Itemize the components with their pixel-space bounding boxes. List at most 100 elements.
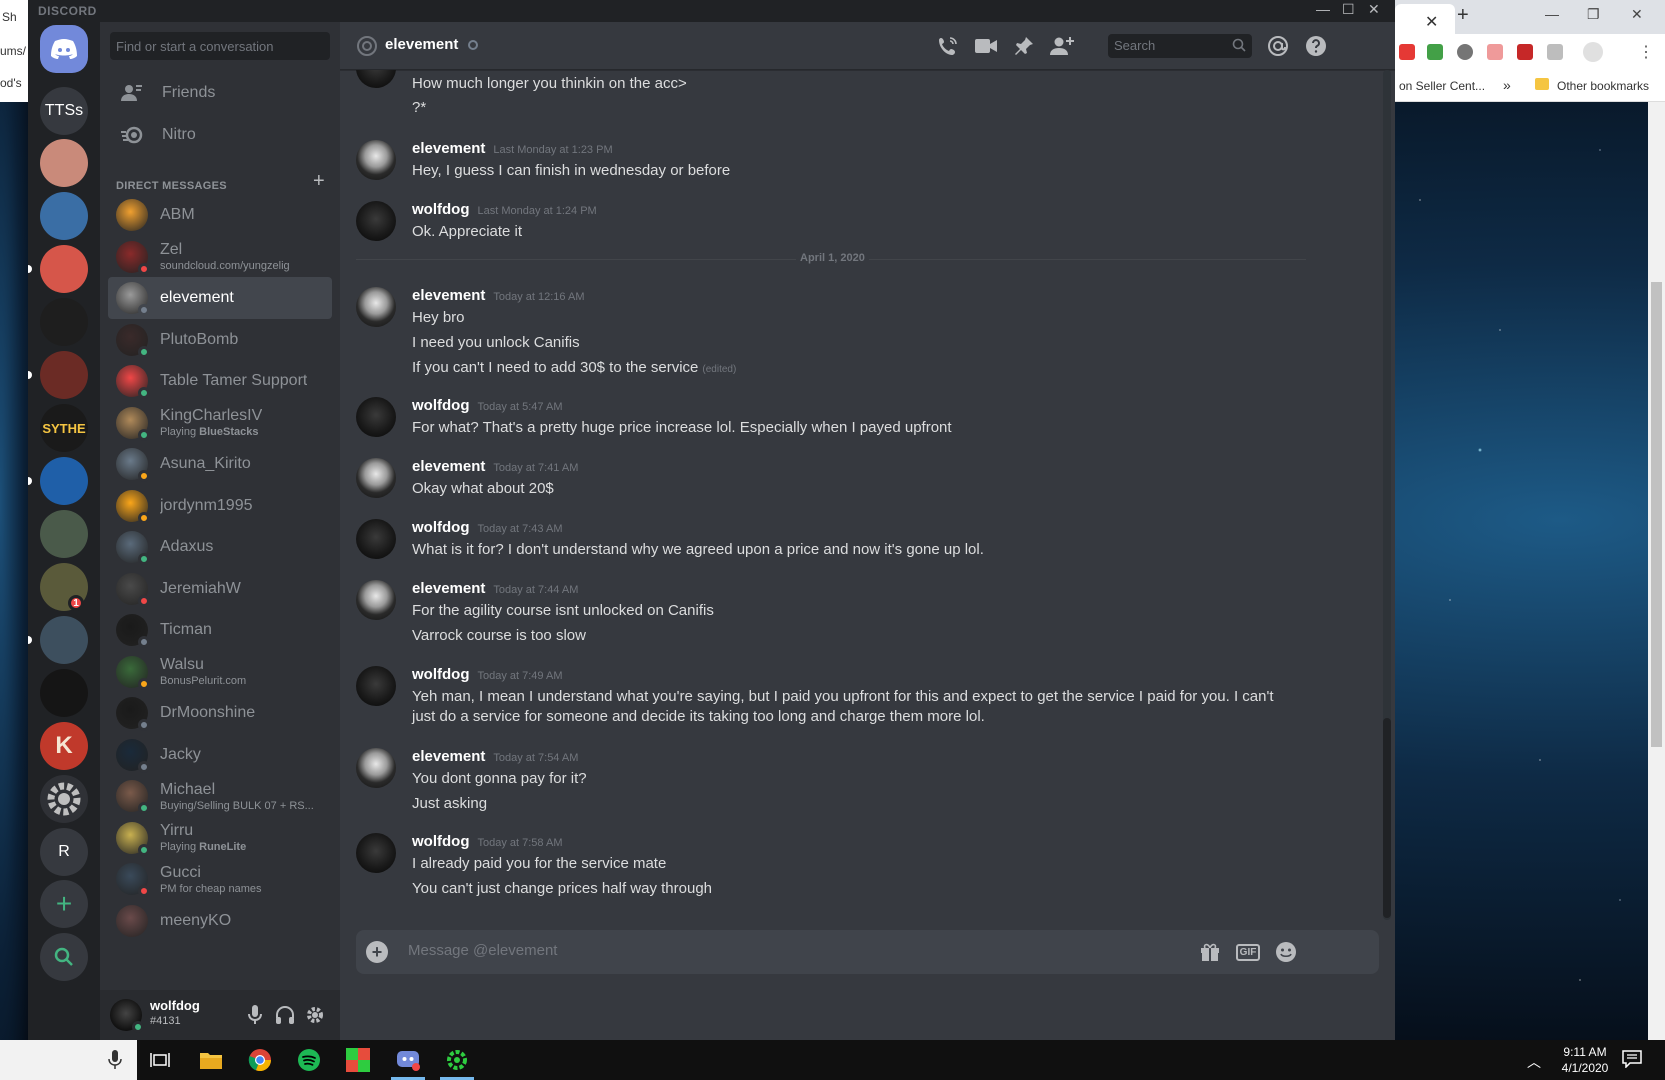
avatar[interactable] — [356, 748, 396, 788]
pdf-extension-icon[interactable] — [1517, 44, 1533, 60]
system-tray-chevron-icon[interactable]: ︿ — [1527, 1052, 1541, 1072]
chrome-restore-button[interactable]: ❐ — [1587, 6, 1600, 23]
server-icon-guild-rocket[interactable] — [40, 192, 88, 240]
username[interactable]: wolfdog — [412, 519, 469, 536]
chrome-minimize-button[interactable]: — — [1545, 6, 1559, 22]
pinned-messages-icon[interactable] — [1012, 34, 1036, 58]
dm-item-yirru[interactable]: Yirru Playing RuneLite — [108, 817, 332, 859]
username[interactable]: wolfdog — [412, 833, 469, 850]
gif-button[interactable]: GIF — [1235, 940, 1261, 964]
dm-item-jordynm1995[interactable]: jordynm1995 — [108, 485, 332, 527]
adblock-extension-icon[interactable] — [1399, 44, 1415, 60]
file-explorer-icon[interactable] — [199, 1048, 223, 1072]
message-author[interactable]: wolfdog Today at 7:58 AM — [412, 833, 562, 850]
dm-item-meenyko[interactable]: meenyKO — [108, 900, 332, 942]
chrome-icon[interactable] — [248, 1048, 272, 1072]
profile-avatar-icon[interactable] — [1583, 42, 1603, 62]
mentions-icon[interactable] — [1266, 34, 1290, 58]
dm-item-adaxus[interactable]: Adaxus — [108, 526, 332, 568]
message-author[interactable]: wolfdog Last Monday at 1:24 PM — [412, 201, 597, 218]
chrome-close-button[interactable]: ✕ — [1631, 6, 1643, 23]
extension-icon[interactable] — [1457, 44, 1473, 60]
search-input[interactable]: Search — [1108, 34, 1252, 58]
server-icon-guild-ball[interactable] — [40, 457, 88, 505]
server-icon-guild-gear[interactable] — [40, 775, 88, 823]
avatar[interactable] — [356, 580, 396, 620]
chrome-menu-icon[interactable]: ⋮ — [1638, 42, 1654, 62]
username[interactable]: elevement — [412, 287, 485, 304]
dm-item-jacky[interactable]: Jacky — [108, 734, 332, 776]
dm-item-gucci[interactable]: Gucci PM for cheap names — [108, 858, 332, 900]
avatar[interactable] — [356, 458, 396, 498]
maximize-button[interactable]: ☐ — [1342, 1, 1355, 18]
dm-item-table-tamer-support[interactable]: Table Tamer Support — [108, 360, 332, 402]
chrome-tab[interactable]: ✕ — [1395, 4, 1455, 34]
avatar[interactable] — [356, 519, 396, 559]
spotify-icon[interactable] — [297, 1048, 321, 1072]
server-icon-ttss[interactable]: TTSs — [40, 87, 88, 135]
dm-item-michael[interactable]: Michael Buying/Selling BULK 07 + RS... — [108, 775, 332, 817]
username[interactable]: elevement — [412, 580, 485, 597]
friends-nav-item[interactable]: Friends — [108, 72, 332, 114]
headphones-icon[interactable] — [274, 1004, 296, 1026]
dm-item-drmoonshine[interactable]: DrMoonshine — [108, 692, 332, 734]
username[interactable]: wolfdog — [412, 397, 469, 414]
message-input[interactable]: Message @elevement — [408, 942, 557, 959]
server-icon-guild-fish[interactable] — [40, 245, 88, 293]
server-icon-explore[interactable] — [40, 933, 88, 981]
message-author[interactable]: wolfdog Today at 7:43 AM — [412, 519, 562, 536]
notification-center-icon[interactable] — [1622, 1050, 1642, 1069]
dm-item-walsu[interactable]: Walsu BonusPelurit.com — [108, 651, 332, 693]
avatar[interactable] — [356, 201, 396, 241]
extension-icon[interactable] — [1547, 44, 1563, 60]
minimize-button[interactable]: — — [1316, 1, 1330, 17]
dm-item-abm[interactable]: ABM — [108, 194, 332, 236]
dm-item-elevement[interactable]: elevement — [108, 277, 332, 319]
server-icon-guild-sythe[interactable]: SYTHE — [40, 404, 88, 452]
message-author[interactable]: elevement Today at 7:44 AM — [412, 580, 578, 597]
server-icon-guild-wave[interactable] — [40, 616, 88, 664]
emoji-icon[interactable] — [1274, 940, 1298, 964]
system-clock[interactable]: 9:11 AM 4/1/2020 — [1550, 1044, 1620, 1076]
server-icon-home[interactable] — [40, 25, 88, 73]
new-tab-button[interactable]: + — [1457, 4, 1469, 27]
avatar[interactable] — [356, 140, 396, 180]
create-dm-button[interactable]: + — [313, 170, 325, 193]
help-icon[interactable] — [1304, 34, 1328, 58]
avatar[interactable] — [110, 999, 144, 1033]
close-tab-icon[interactable]: ✕ — [1425, 12, 1438, 32]
username[interactable]: elevement — [412, 748, 485, 765]
video-call-icon[interactable] — [974, 34, 998, 58]
username[interactable]: wolfdog — [412, 666, 469, 683]
close-button[interactable]: ✕ — [1368, 1, 1380, 18]
bookmarks-overflow-icon[interactable]: » — [1503, 77, 1511, 93]
discord-taskbar-icon[interactable] — [396, 1048, 420, 1072]
extension-icon[interactable] — [1427, 44, 1443, 60]
microphone-icon[interactable] — [108, 1050, 122, 1070]
message-author[interactable]: elevement Today at 12:16 AM — [412, 287, 585, 304]
avatar[interactable] — [356, 287, 396, 327]
bookmark-other[interactable]: Other bookmarks — [1557, 79, 1649, 93]
dm-item-kingcharlesiv[interactable]: KingCharlesIV Playing BlueStacks — [108, 402, 332, 444]
upload-plus-icon[interactable]: + — [366, 941, 388, 963]
message-author[interactable]: wolfdog Today at 7:49 AM — [412, 666, 562, 683]
message-author[interactable]: elevement Today at 7:54 AM — [412, 748, 578, 765]
avatar[interactable] — [356, 833, 396, 873]
message-author[interactable]: wolfdog Today at 5:47 AM — [412, 397, 562, 414]
dm-item-ticman[interactable]: Ticman — [108, 609, 332, 651]
nitro-nav-item[interactable]: Nitro — [108, 114, 332, 156]
taskbar-search-box[interactable] — [0, 1040, 137, 1080]
add-friend-to-dm-icon[interactable] — [1050, 34, 1074, 58]
background-page-scrollbar[interactable] — [1648, 102, 1665, 1040]
server-icon-guild-r[interactable]: R — [40, 828, 88, 876]
avatar[interactable] — [356, 397, 396, 437]
username[interactable]: wolfdog — [412, 201, 469, 218]
message-list[interactable]: How much longer you thinkin on the acc>?… — [340, 70, 1380, 930]
server-icon-guild-pepe[interactable] — [40, 510, 88, 558]
server-icon-guild-mask[interactable] — [40, 669, 88, 717]
task-view-icon[interactable] — [148, 1048, 172, 1072]
dm-item-asuna-kirito[interactable]: Asuna_Kirito — [108, 443, 332, 485]
server-icon-guild-k[interactable]: K — [40, 722, 88, 770]
extension-icon[interactable] — [1487, 44, 1503, 60]
username[interactable]: elevement — [412, 458, 485, 475]
